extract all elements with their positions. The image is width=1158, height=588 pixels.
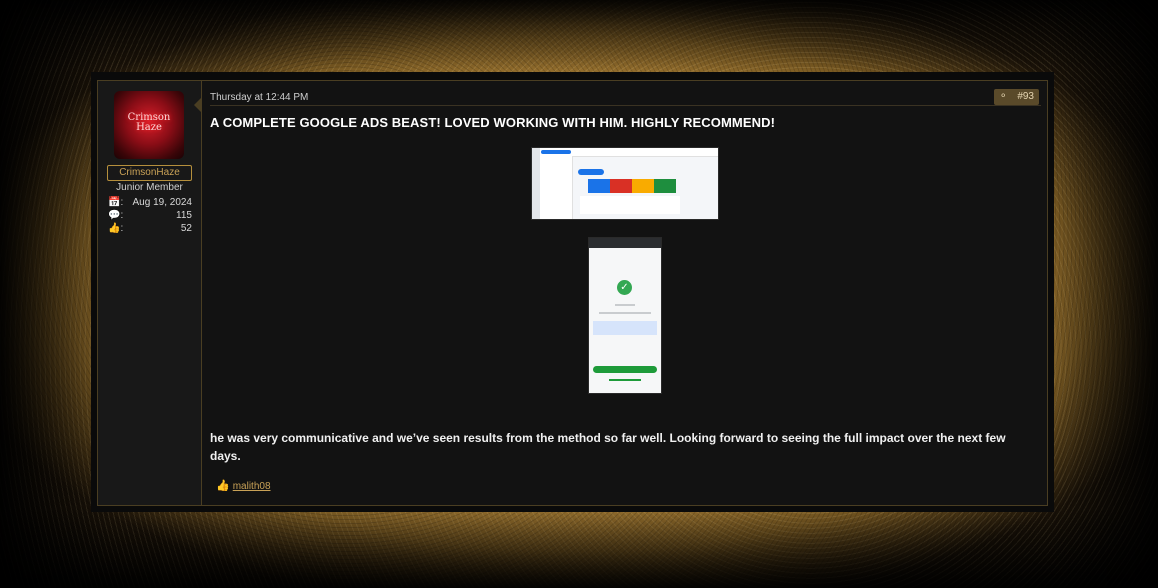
- image-topbar: [572, 148, 718, 157]
- stat-reactions: 👍: 52: [108, 223, 192, 236]
- metric-card-green: [654, 179, 676, 193]
- post-container: Crimson Haze CrimsonHaze Junior Member 📅…: [97, 80, 1048, 506]
- reaction-bar: 👍 malith08: [216, 479, 271, 492]
- header-divider: [210, 105, 1041, 106]
- image-sidebar: [532, 148, 540, 219]
- stat-value: Aug 19, 2024: [132, 197, 193, 208]
- attached-image-google-ads[interactable]: [531, 147, 719, 220]
- like-icon: 👍: [216, 480, 230, 492]
- reaction-user-link[interactable]: malith08: [233, 481, 271, 492]
- forum-post: Crimson Haze CrimsonHaze Junior Member 📅…: [91, 72, 1054, 512]
- messages-icon: 💬:: [108, 210, 124, 221]
- avatar[interactable]: Crimson Haze: [114, 91, 184, 159]
- post-headline: A COMPLETE GOOGLE ADS BEAST! LOVED WORKI…: [210, 115, 776, 130]
- image-nav: [540, 148, 573, 219]
- phone-info-banner: [593, 321, 657, 335]
- phone-status-bar: [589, 238, 661, 248]
- attached-image-phone-confirmation[interactable]: ✓: [588, 237, 662, 394]
- username-link[interactable]: CrimsonHaze: [107, 165, 192, 181]
- image-nav-selected: [541, 150, 571, 154]
- check-icon: ✓: [617, 280, 632, 295]
- phone-subtitle-line: [599, 312, 651, 314]
- post-date[interactable]: Thursday at 12:44 PM: [210, 92, 308, 103]
- user-arrow: [194, 98, 201, 112]
- user-title: Junior Member: [116, 182, 183, 193]
- phone-title-line: [615, 304, 635, 306]
- post-number[interactable]: #93: [1017, 89, 1034, 105]
- stat-value: 115: [176, 210, 192, 221]
- metric-card-yellow: [632, 179, 654, 193]
- stat-joined: 📅: Aug 19, 2024: [108, 197, 192, 210]
- post-body: he was very communicative and we’ve seen…: [210, 431, 1006, 463]
- share-button[interactable]: ⚬ #93: [994, 89, 1039, 105]
- calendar-icon: 📅:: [108, 197, 124, 208]
- share-icon: ⚬: [999, 91, 1008, 102]
- phone-green-button: [593, 366, 657, 373]
- metric-card-blue: [588, 179, 610, 193]
- image-blue-pill: [578, 169, 604, 175]
- stat-messages: 💬: 115: [108, 210, 192, 223]
- metric-card-red: [610, 179, 632, 193]
- avatar-logo-text: Crimson Haze: [127, 112, 171, 133]
- stat-value: 52: [180, 223, 192, 234]
- post-main-column: Thursday at 12:44 PM ⚬ #93 A COMPLETE GO…: [202, 81, 1047, 505]
- image-chart-area: [580, 196, 680, 214]
- thumbs-up-icon: 👍:: [108, 223, 124, 234]
- phone-green-link: [609, 379, 641, 381]
- user-info-column: Crimson Haze CrimsonHaze Junior Member 📅…: [98, 81, 202, 505]
